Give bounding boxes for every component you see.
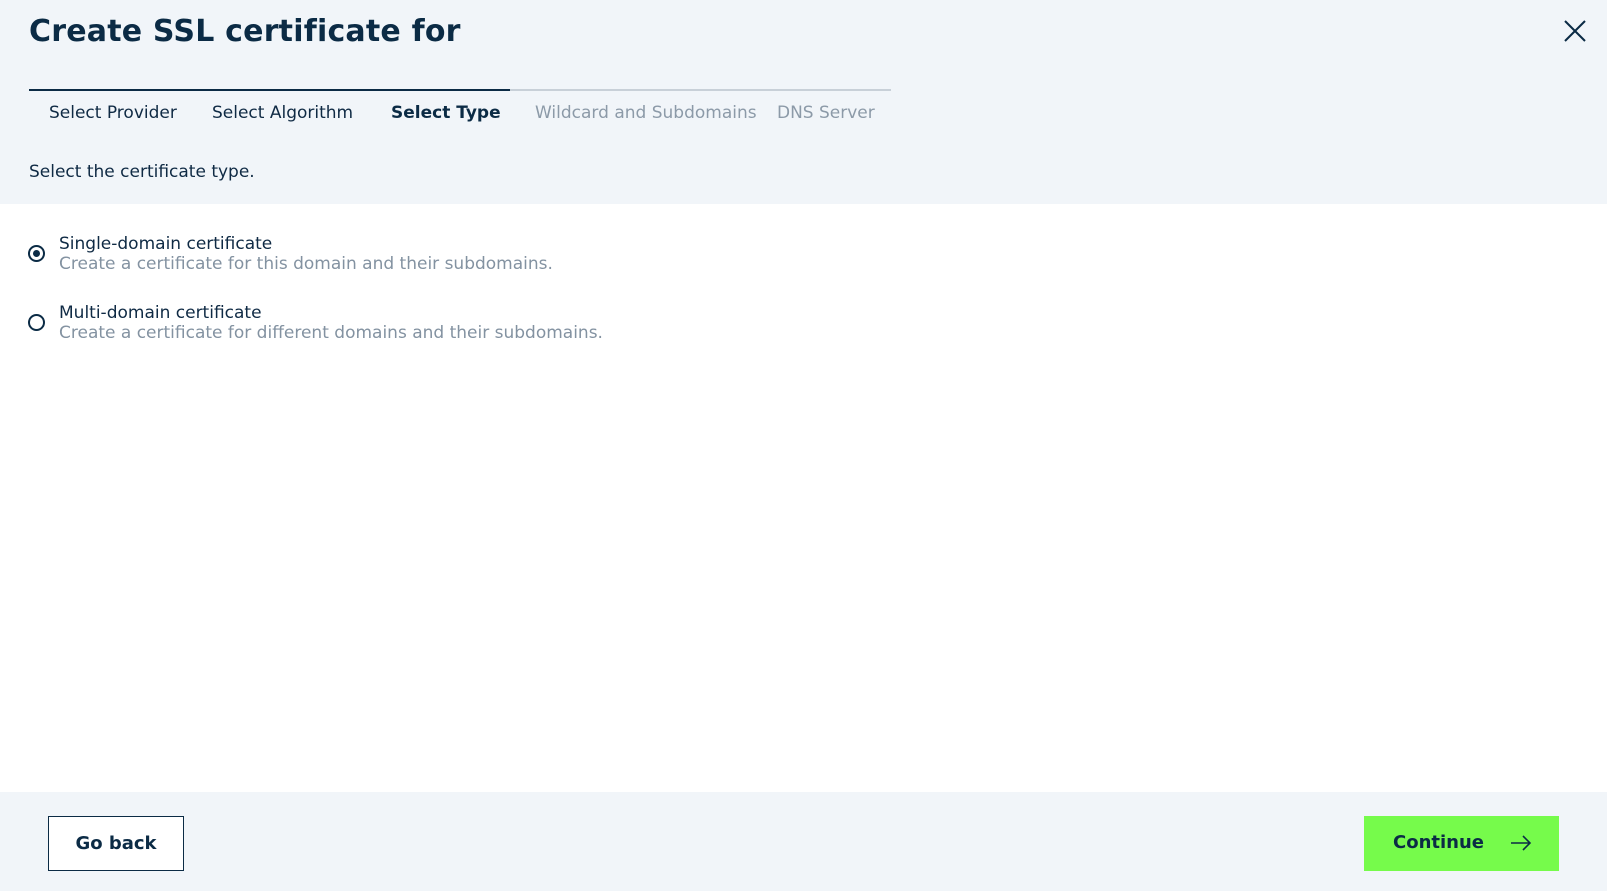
radio-multi-domain[interactable] — [28, 314, 45, 331]
continue-button[interactable]: Continue — [1364, 816, 1559, 871]
step-select-algorithm[interactable]: Select Algorithm — [212, 103, 353, 123]
step-select-provider[interactable]: Select Provider — [49, 103, 177, 123]
radio-single-domain[interactable] — [28, 245, 45, 262]
step-select-type[interactable]: Select Type — [391, 103, 501, 123]
close-icon — [1564, 20, 1586, 42]
step-dns-server: DNS Server — [777, 103, 875, 123]
arrow-right-icon — [1511, 835, 1532, 851]
option-label: Single-domain certificate — [59, 234, 273, 254]
close-button[interactable] — [1560, 16, 1590, 46]
continue-label: Continue — [1393, 832, 1485, 853]
go-back-button[interactable]: Go back — [48, 816, 184, 871]
stepper: Select Provider Select Algorithm Select … — [29, 89, 891, 137]
instruction-text: Select the certificate type. — [29, 162, 255, 182]
option-description: Create a certificate for this domain and… — [59, 254, 553, 274]
stepper-progress-bar — [29, 89, 510, 91]
page-title: Create SSL certificate for — [29, 14, 461, 49]
option-label: Multi-domain certificate — [59, 303, 262, 323]
dialog-header: Create SSL certificate for Select Provid… — [0, 0, 1607, 204]
dialog-footer: Go back Continue — [0, 792, 1607, 891]
option-description: Create a certificate for different domai… — [59, 323, 603, 343]
certificate-type-panel: Single-domain certificate Create a certi… — [0, 204, 1607, 792]
step-wildcard-subdomains: Wildcard and Subdomains — [535, 103, 757, 123]
